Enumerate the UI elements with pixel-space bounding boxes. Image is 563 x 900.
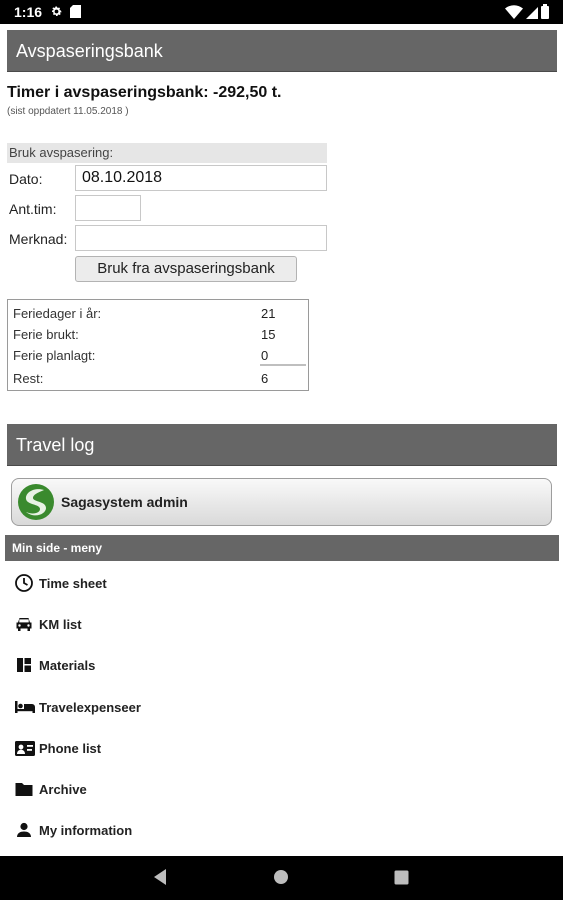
menu-item-label: KM list	[39, 617, 82, 632]
date-label: Dato:	[9, 171, 43, 187]
menu-item-materials[interactable]: Materials	[12, 650, 412, 680]
back-icon[interactable]	[152, 868, 168, 891]
sd-card-icon	[70, 5, 81, 23]
dashboard-icon	[14, 655, 36, 675]
contact-card-icon	[14, 738, 36, 758]
sagasystem-admin-button[interactable]: Sagasystem admin	[11, 478, 552, 526]
settings-icon	[50, 5, 63, 23]
status-time: 1:16	[14, 4, 43, 20]
sagasystem-logo-icon	[17, 483, 55, 526]
menu-item-my-information[interactable]: My information	[12, 815, 412, 845]
menu-item-time-sheet[interactable]: Time sheet	[12, 568, 412, 598]
menu-item-label: Travelexpenseer	[39, 700, 141, 715]
holiday-summary: Feriedager i år: 21 Ferie brukt: 15 Feri…	[7, 299, 309, 391]
clock-icon	[14, 573, 36, 593]
holiday-label: Feriedager i år:	[13, 306, 102, 321]
holiday-value: 0	[261, 348, 269, 363]
use-from-bank-button[interactable]: Bruk fra avspaseringsbank	[75, 256, 297, 282]
holiday-value: 6	[261, 371, 269, 386]
car-icon	[14, 614, 36, 634]
battery-icon	[541, 4, 549, 24]
navigation-bar	[0, 856, 563, 900]
holiday-value: 15	[261, 327, 276, 342]
menu-item-label: Phone list	[39, 741, 102, 756]
menu-item-km-list[interactable]: KM list	[12, 609, 412, 639]
menu-item-archive[interactable]: Archive	[12, 774, 412, 804]
travel-section-header: Travel log	[7, 424, 557, 466]
menu-item-label: Materials	[39, 658, 96, 673]
bank-section-header: Avspaseringsbank	[7, 30, 557, 72]
date-input[interactable]	[75, 165, 327, 191]
wifi-icon	[505, 5, 523, 24]
menu-item-phone-list[interactable]: Phone list	[12, 733, 412, 763]
hours-label: Ant.tim:	[9, 201, 57, 217]
sum-divider	[260, 364, 306, 366]
holiday-value: 21	[261, 306, 276, 321]
note-input[interactable]	[75, 225, 327, 251]
person-icon	[14, 820, 36, 840]
use-form-title: Bruk avspasering:	[7, 143, 327, 163]
home-icon[interactable]	[273, 869, 289, 890]
menu-item-label: Time sheet	[39, 576, 107, 591]
recents-icon[interactable]	[394, 870, 409, 890]
holiday-label: Ferie brukt:	[13, 327, 79, 342]
status-bar: 1:16	[0, 0, 563, 24]
bank-total: Timer i avspaseringsbank: -292,50 t.	[7, 84, 282, 101]
menu-item-travelexpenseer[interactable]: Travelexpenseer	[12, 692, 412, 722]
menu-header: Min side - meny	[5, 535, 559, 561]
hours-input[interactable]	[75, 195, 141, 221]
holiday-label: Ferie planlagt:	[13, 348, 96, 363]
last-updated-note: (sist oppdatert 11.05.2018 )	[7, 106, 129, 117]
holiday-label: Rest:	[13, 371, 44, 386]
menu-item-label: Archive	[39, 782, 87, 797]
signal-icon	[526, 6, 538, 24]
bed-icon	[14, 697, 36, 717]
admin-button-label: Sagasystem admin	[61, 494, 188, 510]
note-label: Merknad:	[9, 231, 68, 247]
menu-item-label: My information	[39, 823, 133, 838]
folder-icon	[14, 779, 36, 799]
